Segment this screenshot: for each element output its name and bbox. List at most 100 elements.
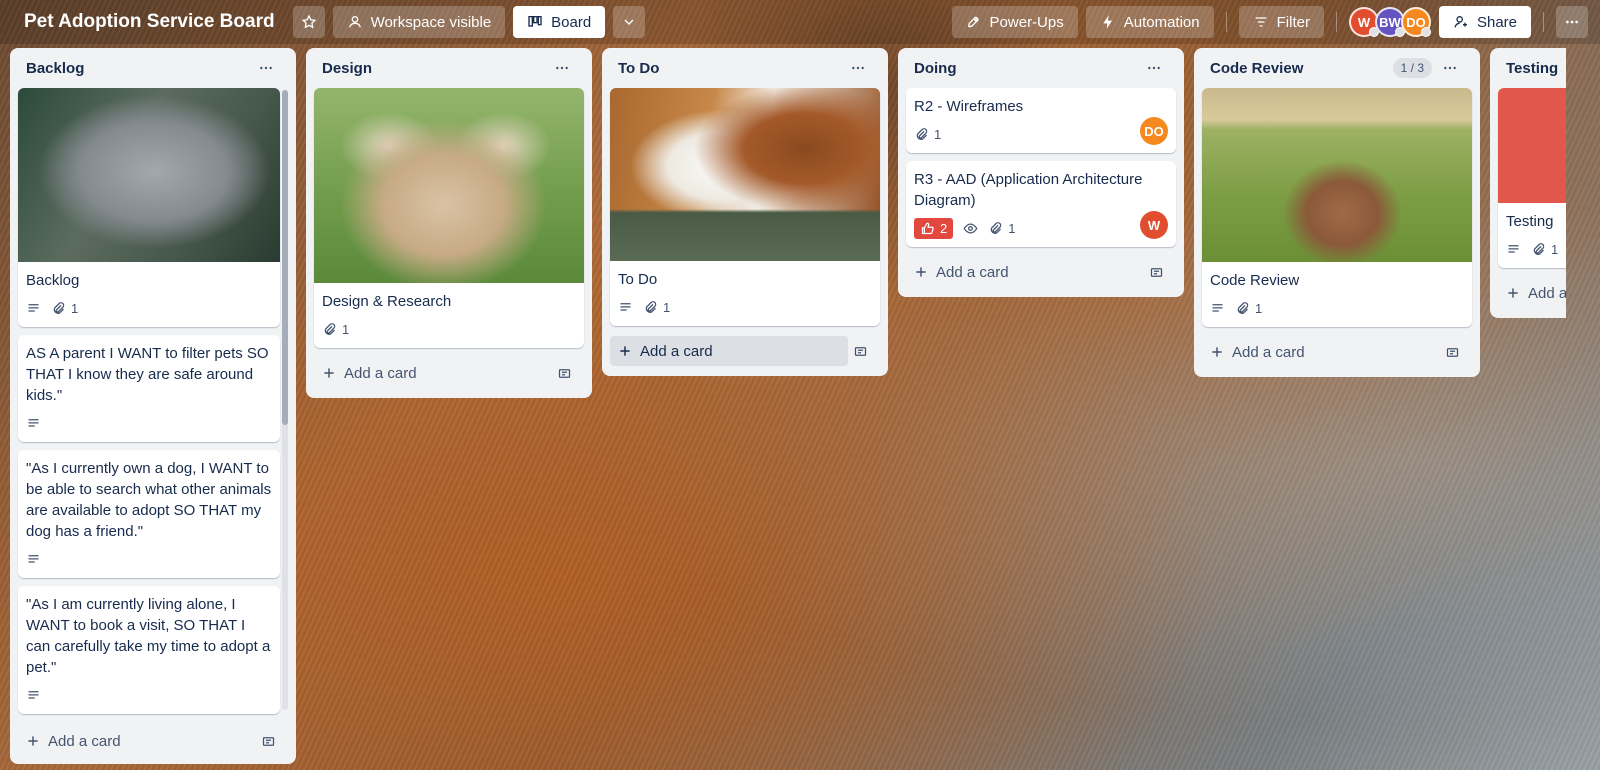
card[interactable]: To Do 1 <box>610 88 880 326</box>
board-view-button[interactable]: Board <box>513 6 606 38</box>
plus-icon <box>28 736 38 746</box>
more-icon <box>1444 66 1456 70</box>
list-title[interactable]: Design <box>322 60 548 77</box>
list-header: Doing <box>906 48 1176 88</box>
list-todo: To Do To Do 1 Add a card <box>602 48 888 376</box>
list-title[interactable]: Doing <box>914 60 1140 77</box>
attachment-count: 1 <box>342 321 350 337</box>
list-testing: Testing Testing 1 Add a c <box>1490 48 1566 318</box>
card[interactable]: R2 - Wireframes 1 DO <box>906 88 1176 153</box>
list-header: Code Review 1 / 3 <box>1202 48 1472 88</box>
attachment-badge: 1 <box>988 221 1015 236</box>
board-menu-button[interactable] <box>1556 6 1588 38</box>
list-title[interactable]: Testing <box>1506 60 1566 77</box>
add-card-row: Add a card <box>906 255 1176 289</box>
avatar-initials: W <box>1357 14 1371 30</box>
list-title[interactable]: Backlog <box>26 60 252 77</box>
add-person-icon <box>1454 16 1467 28</box>
add-card-label: Add a card <box>48 732 121 750</box>
list-header: Backlog <box>18 48 288 88</box>
paperclip-icon <box>1533 242 1545 255</box>
create-from-template-button[interactable] <box>1144 260 1168 284</box>
list-code-review: Code Review 1 / 3 Code Review 1 Add a ca… <box>1194 48 1480 377</box>
add-card-button[interactable]: Add a card <box>610 336 848 366</box>
add-card-row: Add a card <box>610 334 880 368</box>
attachment-count: 1 <box>71 300 79 316</box>
list-menu-button[interactable] <box>252 54 280 82</box>
card[interactable]: AS A parent I WANT to filter pets SO THA… <box>18 335 280 442</box>
card-title: AS A parent I WANT to filter pets SO THA… <box>26 345 269 404</box>
thumbs-up-icon <box>921 222 934 234</box>
card[interactable]: Design & Research 1 <box>314 88 584 348</box>
avatar-initials: W <box>1147 217 1161 233</box>
add-card-button[interactable]: Add a card <box>914 264 1144 281</box>
create-from-template-button[interactable] <box>256 729 280 753</box>
more-icon <box>1148 66 1160 70</box>
attachment-badge: 1 <box>1531 242 1558 257</box>
attachment-count: 1 <box>934 126 942 142</box>
view-switcher-button[interactable] <box>613 6 646 38</box>
more-icon <box>1566 20 1578 24</box>
card[interactable]: Testing 1 <box>1498 88 1566 268</box>
star-button[interactable] <box>292 6 325 38</box>
list-header: Design <box>314 48 584 88</box>
list-scrollbar[interactable] <box>282 90 288 710</box>
attachment-count: 1 <box>1255 300 1263 316</box>
list-title[interactable]: Code Review <box>1210 60 1393 77</box>
plus-icon <box>324 368 334 378</box>
create-from-template-button[interactable] <box>552 361 576 385</box>
card[interactable]: Code Review 1 <box>1202 88 1472 327</box>
list-menu-button[interactable] <box>844 54 872 82</box>
card[interactable]: "As I am currently living alone, I WANT … <box>18 586 280 714</box>
add-card-label: Add a card <box>344 364 417 382</box>
paperclip-icon <box>916 127 928 140</box>
people-icon <box>348 16 361 28</box>
description-badge <box>26 552 41 567</box>
lightning-icon <box>1103 15 1112 29</box>
add-card-button[interactable]: Add a card <box>322 365 552 382</box>
card-title: R2 - Wireframes <box>914 98 1024 115</box>
add-card-button[interactable]: Add a c <box>1506 285 1566 302</box>
card[interactable]: "As I currently own a dog, I WANT to be … <box>18 450 280 578</box>
description-badge <box>1210 301 1225 316</box>
share-button[interactable]: Share <box>1438 6 1531 38</box>
add-card-button[interactable]: Add a card <box>26 733 256 750</box>
filter-icon <box>1255 17 1266 27</box>
description-badge <box>26 416 41 431</box>
card[interactable]: R3 - AAD (Application Architecture Diagr… <box>906 161 1176 247</box>
attachment-badge: 1 <box>51 301 78 316</box>
list-menu-button[interactable] <box>1140 54 1168 82</box>
filter-button[interactable]: Filter <box>1238 6 1324 38</box>
create-from-template-button[interactable] <box>1440 340 1464 364</box>
powerups-button[interactable]: Power-Ups <box>951 6 1078 38</box>
list-design: Design Design & Research 1 Add a card <box>306 48 592 398</box>
card-member-avatar[interactable]: DO <box>1140 117 1168 145</box>
votes-badge[interactable]: 2 <box>914 217 954 239</box>
vote-count: 2 <box>940 220 948 236</box>
description-icon <box>1508 244 1519 253</box>
automation-label: Automation <box>1123 13 1200 31</box>
create-from-template-button[interactable] <box>848 339 872 363</box>
eye-icon <box>963 222 978 234</box>
board-lists: Backlog Backlog 1 AS A parent I WANT to … <box>10 48 1566 764</box>
board-title[interactable]: Pet Adoption Service Board <box>14 7 285 37</box>
scrollbar-thumb[interactable] <box>282 90 288 425</box>
description-badge <box>26 301 41 316</box>
paperclip-icon <box>991 221 1002 234</box>
card-cover-image <box>1202 88 1472 262</box>
automation-button[interactable]: Automation <box>1085 6 1214 38</box>
card-title: Code Review <box>1210 272 1300 289</box>
list-menu-button[interactable] <box>548 54 576 82</box>
paperclip-icon <box>324 322 336 335</box>
list-title[interactable]: To Do <box>618 60 844 77</box>
add-card-button[interactable]: Add a card <box>1210 344 1440 361</box>
chevron-down-icon <box>624 19 634 25</box>
card[interactable]: Backlog 1 <box>18 88 280 327</box>
avatar[interactable]: DO <box>1400 7 1431 37</box>
card-cover-image <box>610 88 880 261</box>
visibility-button[interactable]: Workspace visible <box>332 6 506 38</box>
card-member-avatar[interactable]: W <box>1140 211 1168 239</box>
board-header: Pet Adoption Service Board Workspace vis… <box>0 0 1600 44</box>
list-menu-button[interactable] <box>1436 54 1464 82</box>
card-title: Design & Research <box>322 293 452 310</box>
